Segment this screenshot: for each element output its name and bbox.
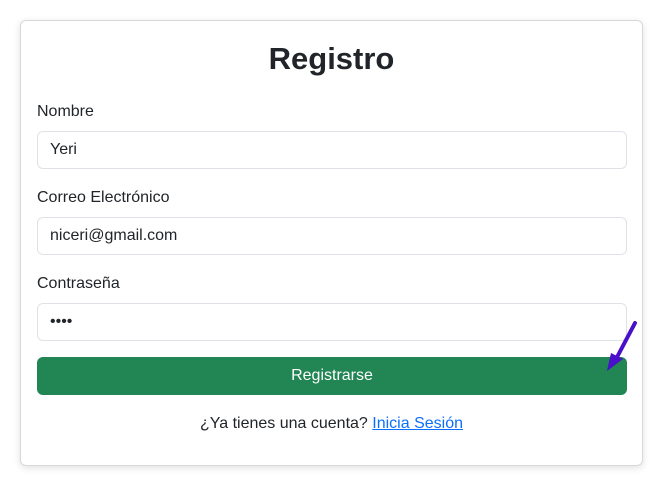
name-field[interactable] (37, 131, 627, 169)
name-label: Nombre (37, 103, 94, 120)
login-link[interactable]: Inicia Sesión (372, 415, 463, 432)
register-button[interactable]: Registrarse (37, 357, 627, 395)
register-card: Registro Nombre Correo Electrónico Contr… (20, 20, 643, 466)
password-field[interactable] (37, 303, 627, 341)
email-label: Correo Electrónico (37, 189, 170, 206)
email-field[interactable] (37, 217, 627, 255)
arrow-pointer-icon (607, 321, 637, 371)
password-label: Contraseña (37, 275, 120, 292)
login-prompt: ¿Ya tienes una cuenta? Inicia Sesión (21, 414, 642, 434)
login-prompt-text: ¿Ya tienes una cuenta? (200, 415, 368, 432)
page-title: Registro (268, 41, 395, 76)
